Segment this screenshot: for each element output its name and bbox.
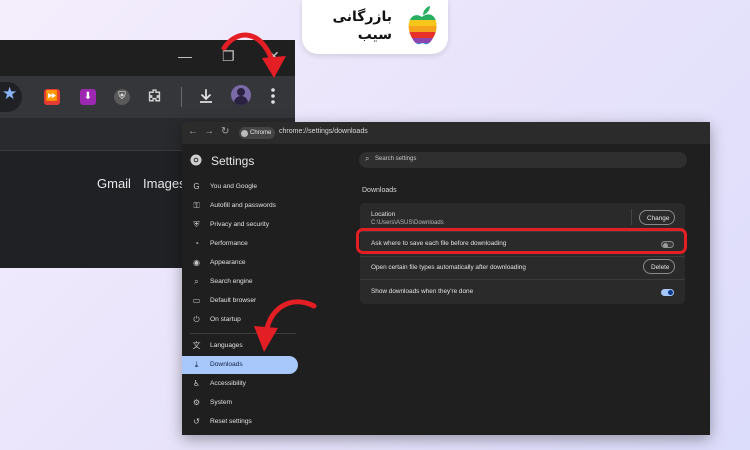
logo-text: بازرگانی سیب — [332, 9, 392, 43]
section-title: Downloads — [362, 187, 397, 194]
google-icon: G — [193, 182, 200, 191]
extension-download-icon[interactable]: ⬇ — [80, 89, 96, 105]
power-icon: ⏻ — [193, 315, 200, 324]
sidebar-item-label: Autofill and passwords — [210, 202, 276, 209]
search-input[interactable]: ⌕ Search settings — [359, 152, 687, 168]
highlight-box — [356, 228, 687, 254]
row-divider — [631, 209, 632, 225]
address-bar[interactable]: chrome://settings/downloads — [279, 128, 368, 135]
row-separator — [360, 279, 685, 280]
sidebar-item-appearance[interactable]: ◉ Appearance — [182, 254, 298, 272]
sidebar-item-autofill[interactable]: ⚿ Autofill and passwords — [182, 197, 298, 215]
minimize-icon[interactable]: — — [178, 48, 192, 64]
sidebar-item-label: Accessibility — [210, 380, 246, 387]
forward-icon[interactable]: → — [204, 126, 214, 137]
chrome-chip[interactable]: Chrome — [239, 127, 276, 139]
toolbar-divider — [181, 87, 182, 107]
sidebar-item-accessibility[interactable]: ♿ Accessibility — [182, 375, 298, 393]
browser-window-icon: ▭ — [192, 296, 201, 305]
settings-window: ← → ↻ Chrome chrome://settings/downloads… — [182, 122, 710, 435]
extension-shield-icon[interactable]: ⛨ — [114, 89, 130, 105]
accessibility-icon: ♿ — [192, 379, 201, 388]
key-icon: ⚿ — [193, 201, 200, 210]
downloads-icon[interactable] — [197, 87, 215, 105]
sidebar-item-label: Appearance — [210, 259, 246, 266]
shield-icon: ⛨ — [193, 220, 200, 229]
back-icon[interactable]: ← — [188, 126, 198, 137]
wrench-icon: ⚙ — [192, 398, 201, 407]
extension-red-icon[interactable]: ⏩ — [44, 89, 60, 105]
red-arrow-icon — [221, 32, 286, 78]
sidebar-item-label: Privacy and security — [210, 221, 269, 228]
profile-avatar[interactable] — [231, 85, 251, 105]
chrome-chip-label: Chrome — [250, 130, 272, 136]
sidebar-item-label: System — [210, 399, 232, 406]
search-icon: ⌕ — [365, 154, 370, 163]
download-icon: ⤓ — [194, 360, 199, 369]
show-when-done-label: Show downloads when they're done — [371, 288, 474, 295]
star-icon[interactable]: ★ — [2, 84, 17, 104]
sidebar-item-reset-settings[interactable]: ↺ Reset settings — [182, 413, 298, 431]
row-separator — [360, 256, 685, 257]
navigation-bar: ← → ↻ Chrome chrome://settings/downloads — [182, 122, 710, 144]
red-arrow-icon — [254, 299, 317, 352]
sidebar-item-label: Reset settings — [210, 418, 252, 425]
open-file-types-label: Open certain file types automatically af… — [371, 264, 526, 271]
sidebar-item-label: Search engine — [210, 278, 253, 285]
apple-logo-icon — [408, 6, 437, 45]
search-placeholder: Search settings — [375, 156, 417, 162]
sidebar-item-label: You and Google — [210, 183, 258, 190]
palette-icon: ◉ — [193, 258, 200, 267]
reload-icon[interactable]: ↻ — [221, 126, 229, 137]
extensions-puzzle-icon[interactable] — [146, 88, 163, 105]
chrome-logo-icon — [241, 129, 248, 137]
gmail-link[interactable]: Gmail — [97, 176, 131, 191]
sidebar-item-label: Downloads — [210, 361, 243, 368]
menu-kebab-icon[interactable] — [269, 87, 277, 105]
sidebar-item-privacy[interactable]: ⛨ Privacy and security — [182, 216, 298, 234]
location-value: C:\Users\ASUS\Downloads — [371, 220, 444, 226]
brand-logo: بازرگانی سیب — [302, 0, 448, 54]
sidebar-item-downloads[interactable]: ⤓ Downloads — [182, 356, 298, 374]
gauge-icon: ◔ — [194, 239, 199, 248]
show-when-done-toggle[interactable] — [661, 289, 674, 296]
sidebar-item-label: On startup — [210, 316, 241, 323]
reset-icon: ↺ — [193, 417, 200, 426]
sidebar-item-label: Performance — [210, 240, 248, 247]
delete-button[interactable]: Delete — [643, 259, 675, 274]
images-link[interactable]: Images — [143, 176, 186, 191]
location-label: Location — [371, 211, 396, 218]
sidebar-item-you-and-google[interactable]: G You and Google — [182, 178, 298, 196]
change-button[interactable]: Change — [639, 210, 675, 225]
sidebar-item-performance[interactable]: ◔ Performance — [182, 235, 298, 253]
translate-icon: 文 — [192, 341, 201, 350]
search-icon: ⌕ — [194, 277, 199, 286]
page-title: Settings — [211, 154, 255, 168]
sidebar-item-search-engine[interactable]: ⌕ Search engine — [182, 273, 298, 291]
sidebar-item-system[interactable]: ⚙ System — [182, 394, 298, 412]
chrome-settings-icon — [190, 154, 202, 166]
omnibox[interactable]: ★ — [0, 82, 22, 112]
